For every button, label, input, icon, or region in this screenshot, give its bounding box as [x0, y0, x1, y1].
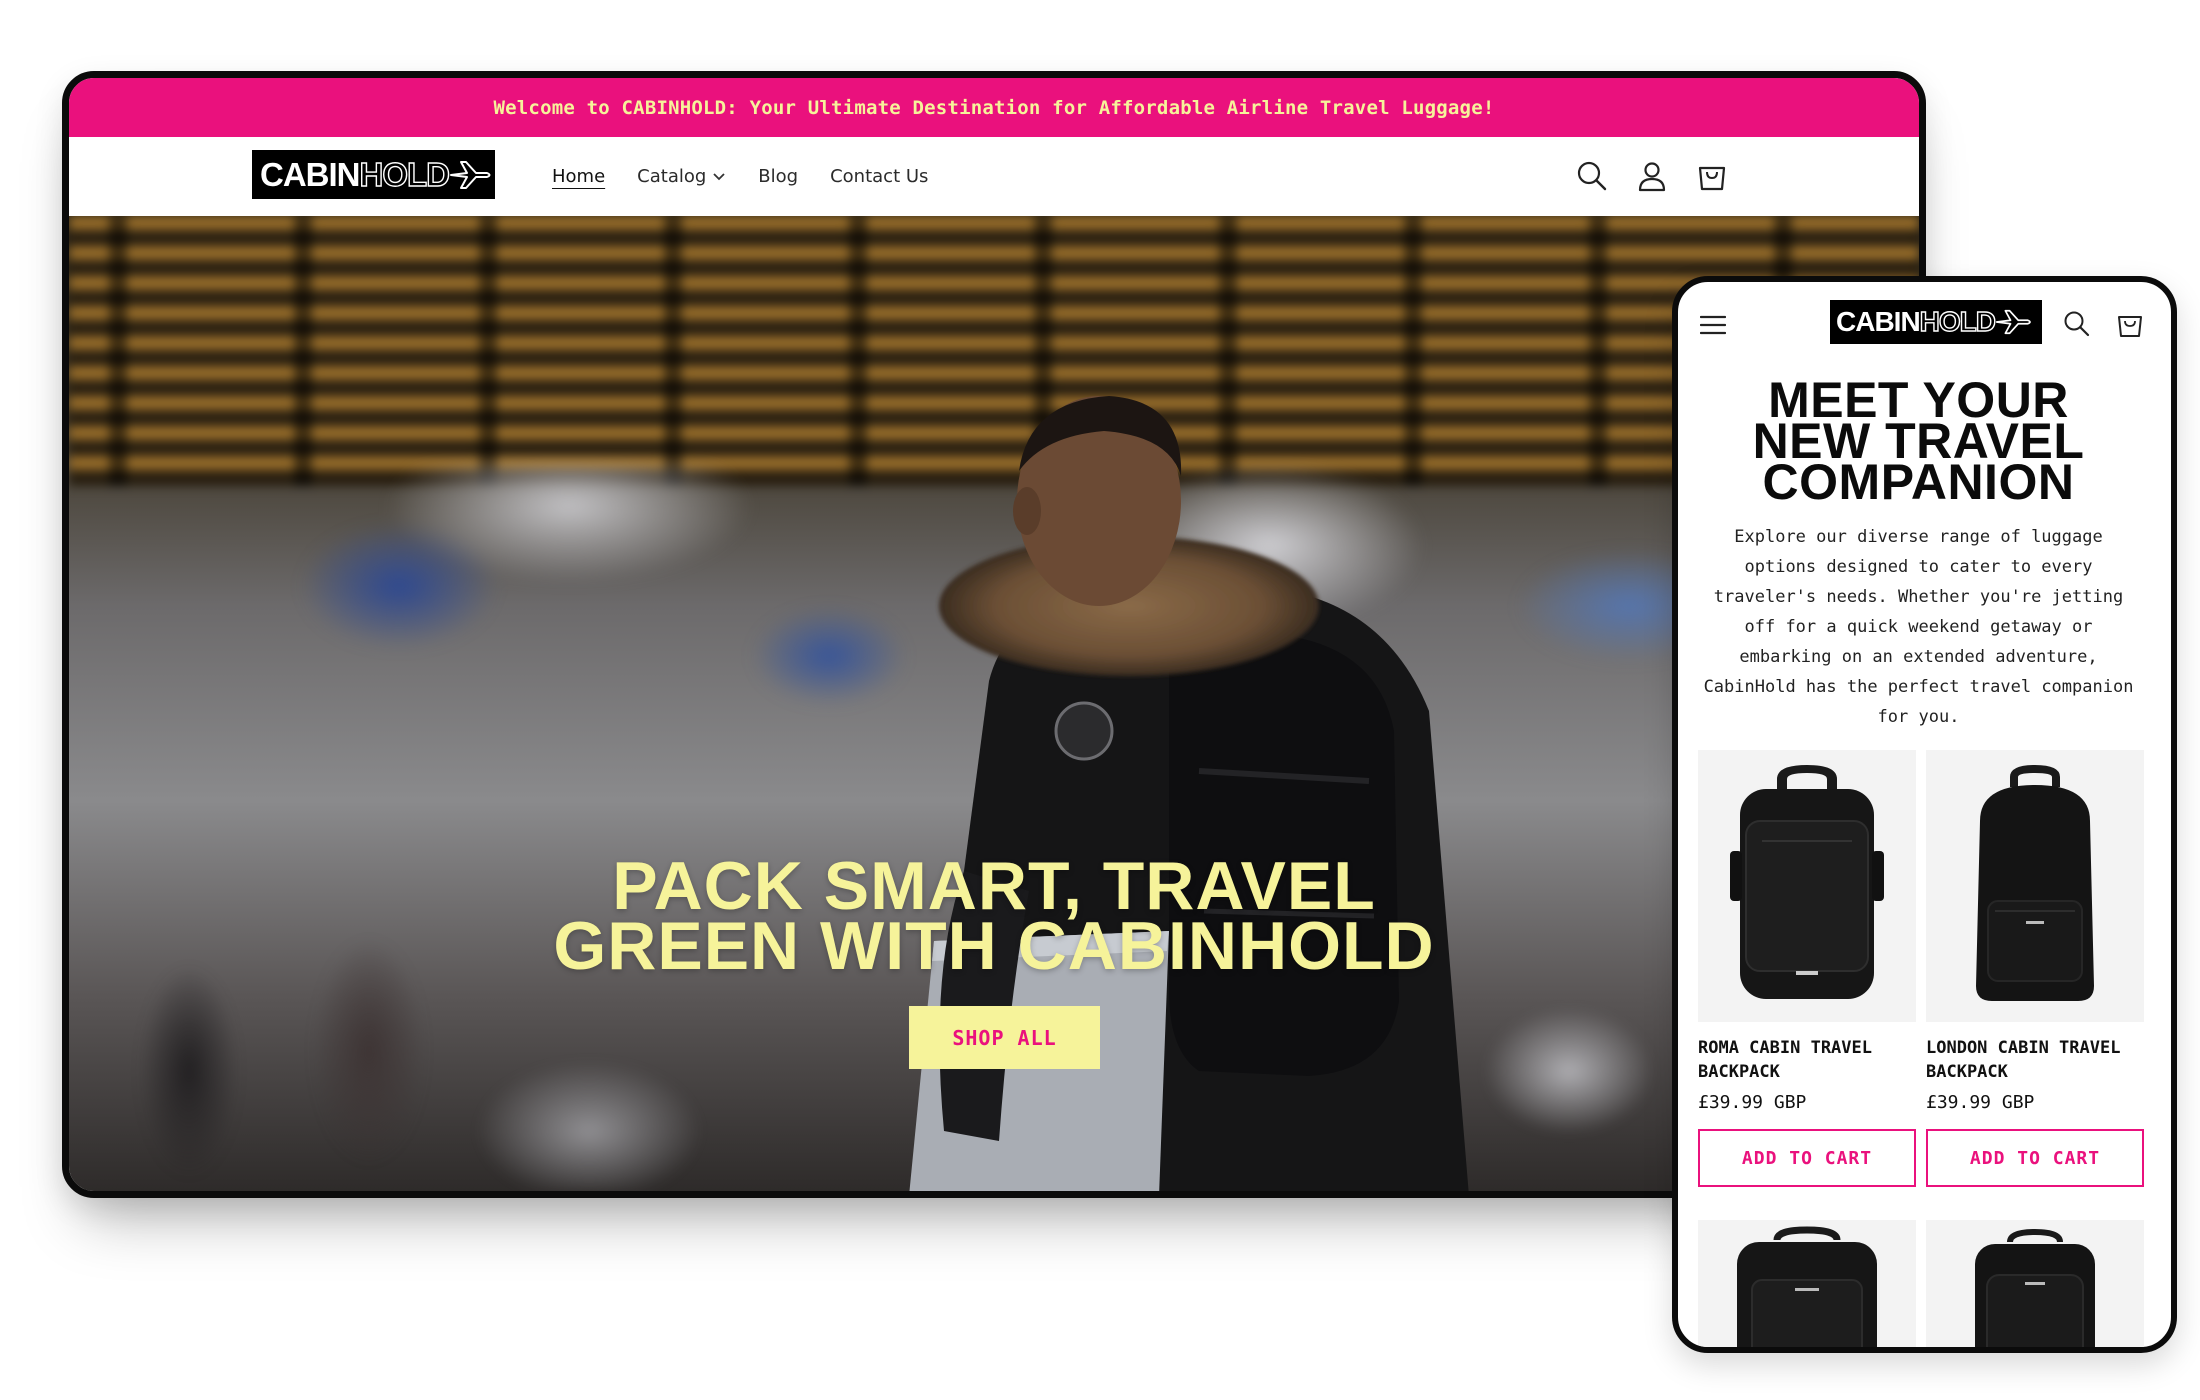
product-image[interactable]: [1698, 1220, 1916, 1347]
announcement-bar: Welcome to CABINHOLD: Your Ultimate Dest…: [69, 78, 1919, 137]
mobile-section-title: MEET YOUR NEW TRAVEL COMPANION: [1678, 375, 2159, 510]
cart-icon[interactable]: [2115, 309, 2145, 339]
mobile-logo[interactable]: CABIN HOLD: [1830, 300, 2042, 344]
logo-text-cabin: CABIN: [260, 155, 360, 193]
site-header: CABIN HOLD Home Catalog Blog Contact Us: [69, 137, 1919, 216]
airplane-icon: [450, 160, 491, 189]
hero-title-line-2: GREEN WITH CABINHOLD: [553, 908, 1435, 984]
menu-icon[interactable]: [1700, 314, 1726, 336]
product-grid-row-2: [1698, 1220, 2144, 1347]
product-grid: ROMA CABIN TRAVEL BACKPACK £39.99 GBP AD…: [1698, 750, 2144, 1187]
product-image-london-backpack[interactable]: [1926, 750, 2144, 1022]
shop-all-button[interactable]: SHOP ALL: [909, 1006, 1100, 1069]
nav-blog[interactable]: Blog: [758, 166, 798, 187]
product-card[interactable]: [1698, 1220, 1916, 1347]
mobile-header: CABIN HOLD: [1678, 282, 2171, 362]
mobile-title-line-3: COMPANION: [1762, 454, 2075, 510]
nav-contact-label: Contact Us: [830, 166, 929, 187]
mobile-section-description: Explore our diverse range of luggage opt…: [1703, 527, 2134, 727]
nav-catalog[interactable]: Catalog: [637, 166, 726, 187]
add-to-cart-button[interactable]: ADD TO CART: [1926, 1129, 2144, 1187]
search-icon[interactable]: [1575, 159, 1609, 193]
chevron-down-icon: [713, 172, 725, 180]
product-card[interactable]: ROMA CABIN TRAVEL BACKPACK £39.99 GBP AD…: [1698, 750, 1916, 1187]
site-logo[interactable]: CABIN HOLD: [252, 150, 495, 199]
mobile-frame: CABIN HOLD MEET YOUR NEW TRAVEL COMPANION…: [1672, 276, 2177, 1353]
product-image-roma-backpack[interactable]: [1698, 750, 1916, 1022]
logo-text-hold: HOLD: [359, 155, 451, 193]
desktop-frame: Welcome to CABINHOLD: Your Ultimate Dest…: [62, 71, 1926, 1198]
product-price: £39.99 GBP: [1926, 1092, 2035, 1113]
header-icons: [1575, 159, 1729, 193]
nav-home[interactable]: Home: [552, 166, 605, 187]
main-nav: Home Catalog Blog Contact Us: [552, 137, 928, 216]
announcement-text: Welcome to CABINHOLD: Your Ultimate Dest…: [493, 96, 1495, 119]
add-to-cart-button[interactable]: ADD TO CART: [1698, 1129, 1916, 1187]
search-icon[interactable]: [2062, 309, 2092, 339]
airplane-icon: [1995, 309, 2031, 335]
hero-title-line-1: PACK SMART, TRAVEL: [612, 848, 1376, 924]
nav-blog-label: Blog: [758, 166, 799, 187]
account-icon[interactable]: [1635, 159, 1669, 193]
hero-banner: PACK SMART, TRAVEL GREEN WITH CABINHOLD …: [69, 216, 1919, 1191]
product-name[interactable]: LONDON CABIN TRAVEL BACKPACK: [1926, 1036, 2144, 1086]
hero-title: PACK SMART, TRAVEL GREEN WITH CABINHOLD: [69, 848, 1919, 984]
product-card[interactable]: LONDON CABIN TRAVEL BACKPACK £39.99 GBP …: [1926, 750, 2144, 1187]
logo-text-cabin: CABIN: [1836, 306, 1921, 337]
nav-catalog-label: Catalog: [637, 166, 707, 187]
logo-text-hold: HOLD: [1919, 305, 1997, 337]
nav-home-label: Home: [552, 166, 606, 187]
product-name[interactable]: ROMA CABIN TRAVEL BACKPACK: [1698, 1036, 1916, 1086]
product-price: £39.99 GBP: [1698, 1092, 1807, 1113]
product-image[interactable]: [1926, 1220, 2144, 1347]
cart-icon[interactable]: [1695, 159, 1729, 193]
nav-contact[interactable]: Contact Us: [830, 166, 928, 187]
product-card[interactable]: [1926, 1220, 2144, 1347]
